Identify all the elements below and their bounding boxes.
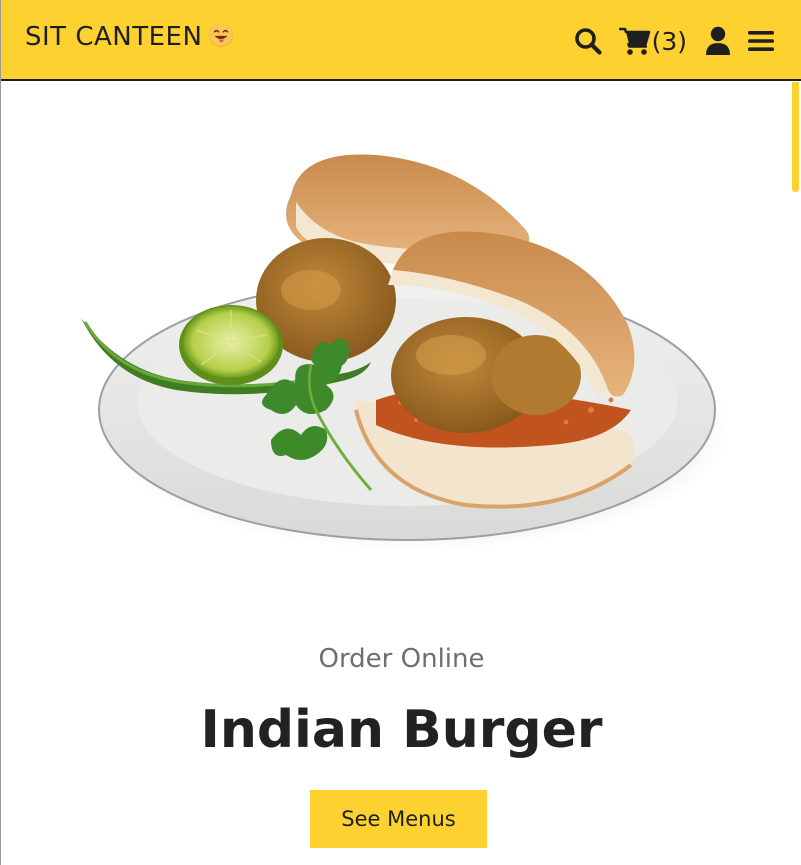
brand-logo[interactable]: SIT CANTEEN — [25, 22, 234, 52]
user-icon — [706, 26, 730, 55]
menu-button[interactable] — [748, 29, 774, 53]
navbar: SIT CANTEEN (3) — [1, 0, 801, 81]
hero-title: Indian Burger — [200, 700, 603, 760]
scrollbar-thumb[interactable] — [792, 82, 799, 192]
brand-name: SIT CANTEEN — [25, 22, 203, 52]
hero-tagline: Order Online — [318, 644, 485, 674]
page: SIT CANTEEN (3) Order Online Indian Burg… — [0, 0, 801, 865]
cart-count: (3) — [651, 26, 687, 56]
search-button[interactable] — [574, 27, 602, 55]
hero-image — [81, 154, 731, 550]
user-button[interactable] — [705, 26, 731, 56]
cart-icon — [618, 27, 650, 55]
cart-button[interactable]: (3) — [618, 26, 687, 56]
face-savoring-food-emoji-icon — [209, 22, 234, 48]
search-icon — [574, 28, 602, 55]
nav-icons: (3) — [574, 22, 774, 60]
see-menus-button[interactable]: See Menus — [310, 790, 487, 848]
hamburger-menu-icon — [748, 31, 774, 51]
